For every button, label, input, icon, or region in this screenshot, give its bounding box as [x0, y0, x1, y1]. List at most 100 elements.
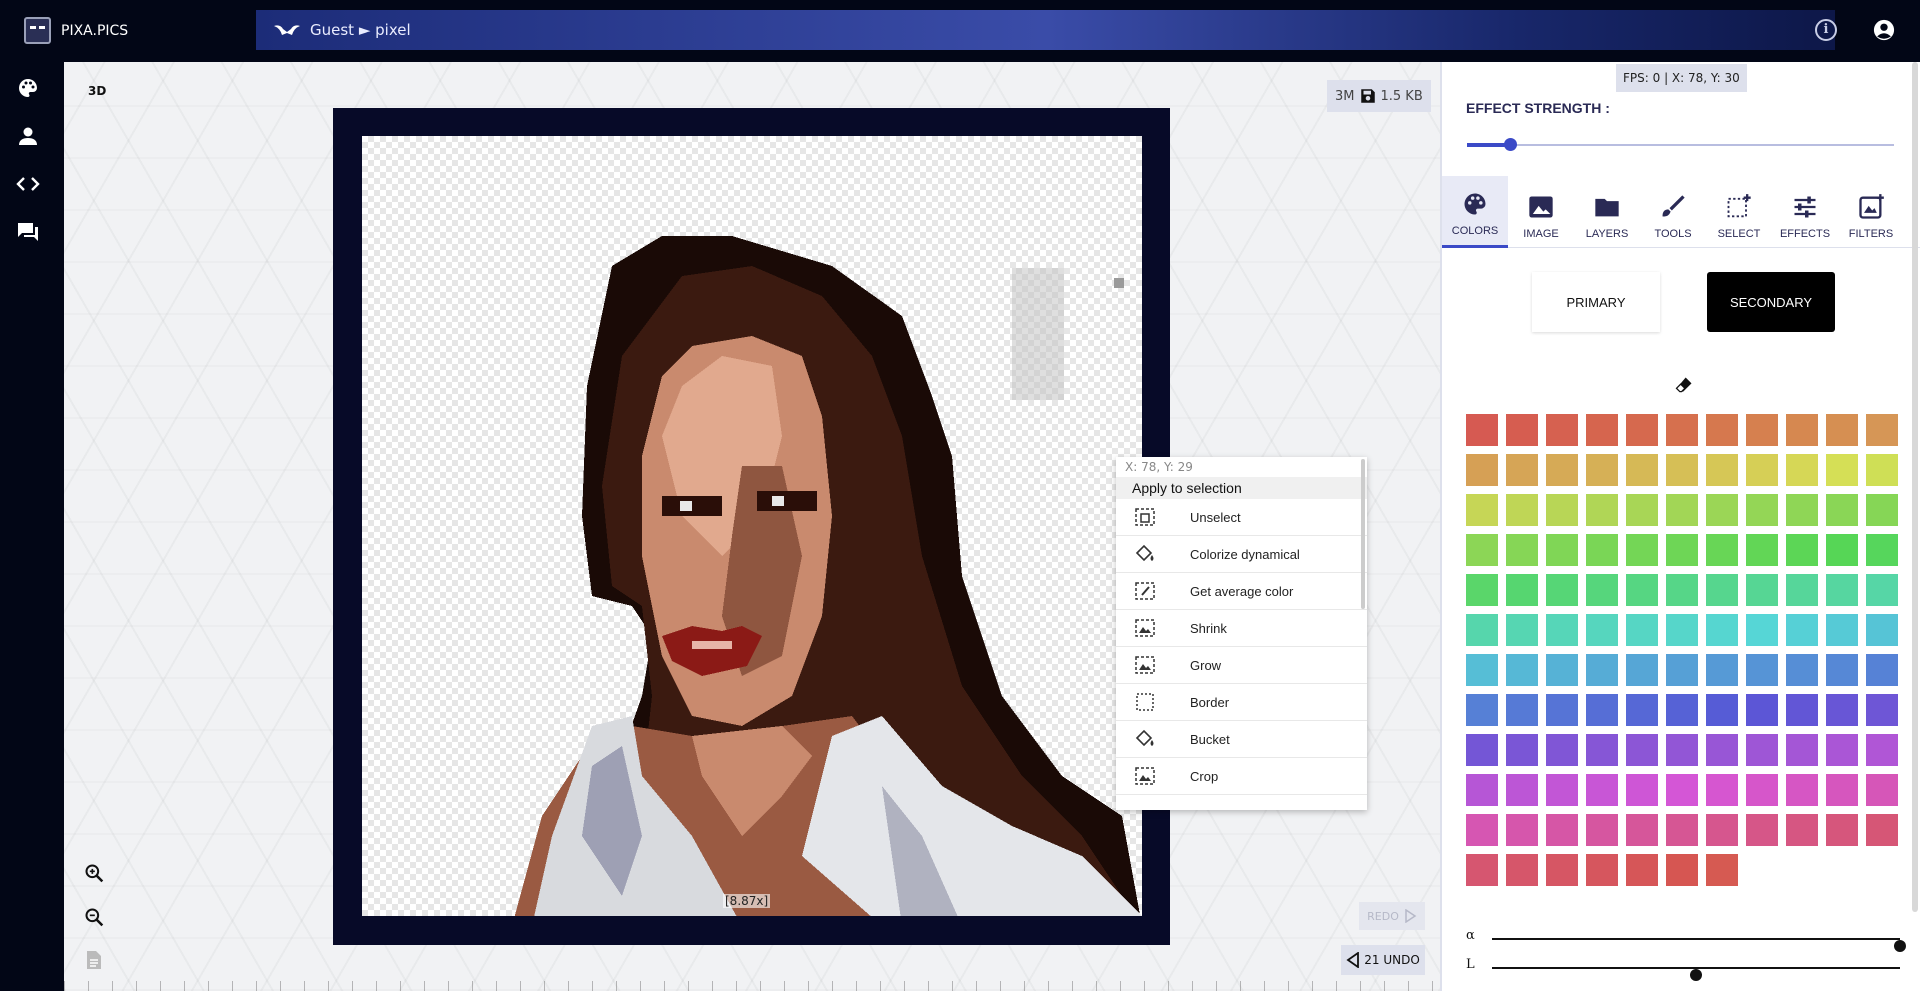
color-swatch[interactable] [1826, 574, 1858, 606]
color-swatch[interactable] [1866, 734, 1898, 766]
color-swatch[interactable] [1666, 774, 1698, 806]
color-swatch[interactable] [1506, 854, 1538, 886]
color-swatch[interactable] [1626, 734, 1658, 766]
color-swatch[interactable] [1586, 654, 1618, 686]
effect-strength-knob[interactable] [1503, 138, 1517, 151]
color-swatch[interactable] [1506, 454, 1538, 486]
color-swatch[interactable] [1746, 534, 1778, 566]
color-swatch[interactable] [1506, 774, 1538, 806]
palette-icon[interactable] [16, 76, 40, 100]
color-swatch[interactable] [1666, 574, 1698, 606]
redo-button[interactable]: REDO [1359, 902, 1425, 930]
color-swatch[interactable] [1546, 614, 1578, 646]
color-swatch[interactable] [1866, 654, 1898, 686]
color-swatch[interactable] [1826, 814, 1858, 846]
color-swatch[interactable] [1826, 694, 1858, 726]
color-swatch[interactable] [1866, 414, 1898, 446]
color-swatch[interactable] [1546, 774, 1578, 806]
color-swatch[interactable] [1826, 534, 1858, 566]
color-swatch[interactable] [1466, 454, 1498, 486]
color-swatch[interactable] [1706, 854, 1738, 886]
lightness-track[interactable] [1492, 967, 1900, 981]
color-swatch[interactable] [1466, 614, 1498, 646]
color-swatch[interactable] [1826, 654, 1858, 686]
color-swatch[interactable] [1666, 454, 1698, 486]
color-swatch[interactable] [1826, 494, 1858, 526]
color-swatch[interactable] [1506, 694, 1538, 726]
color-swatch[interactable] [1826, 614, 1858, 646]
color-swatch[interactable] [1626, 574, 1658, 606]
menu-item-border[interactable]: Border [1116, 684, 1367, 721]
color-swatch[interactable] [1866, 814, 1898, 846]
color-swatch[interactable] [1626, 694, 1658, 726]
color-swatch[interactable] [1546, 734, 1578, 766]
color-swatch[interactable] [1586, 454, 1618, 486]
document-icon[interactable] [86, 950, 102, 970]
color-swatch[interactable] [1746, 734, 1778, 766]
color-swatch[interactable] [1546, 454, 1578, 486]
color-swatch[interactable] [1746, 654, 1778, 686]
color-swatch[interactable] [1506, 734, 1538, 766]
info-icon[interactable]: i [1815, 19, 1837, 41]
color-swatch[interactable] [1466, 534, 1498, 566]
primary-color-button[interactable]: PRIMARY [1532, 272, 1660, 332]
color-swatch[interactable] [1506, 414, 1538, 446]
color-swatch[interactable] [1786, 414, 1818, 446]
color-swatch[interactable] [1586, 494, 1618, 526]
color-swatch[interactable] [1466, 694, 1498, 726]
color-swatch[interactable] [1746, 454, 1778, 486]
zoom-out-icon[interactable] [84, 907, 104, 927]
user-icon[interactable] [16, 124, 40, 148]
color-swatch[interactable] [1666, 734, 1698, 766]
color-swatch[interactable] [1666, 534, 1698, 566]
color-swatch[interactable] [1626, 494, 1658, 526]
tab-filters[interactable]: FILTERS [1838, 176, 1904, 248]
code-icon[interactable] [16, 172, 40, 196]
color-swatch[interactable] [1826, 734, 1858, 766]
menu-item-colorize-dynamical[interactable]: Colorize dynamical [1116, 536, 1367, 573]
color-swatch[interactable] [1786, 734, 1818, 766]
alpha-knob[interactable] [1894, 940, 1906, 952]
color-swatch[interactable] [1666, 614, 1698, 646]
color-swatch[interactable] [1466, 814, 1498, 846]
color-swatch[interactable] [1786, 814, 1818, 846]
color-swatch[interactable] [1866, 694, 1898, 726]
color-swatch[interactable] [1706, 694, 1738, 726]
color-swatch[interactable] [1506, 614, 1538, 646]
color-swatch[interactable] [1466, 734, 1498, 766]
color-swatch[interactable] [1626, 614, 1658, 646]
color-swatch[interactable] [1866, 494, 1898, 526]
3d-toggle-button[interactable]: 3D [88, 84, 106, 98]
color-swatch[interactable] [1586, 414, 1618, 446]
panel-scrollbar[interactable] [1912, 62, 1918, 912]
color-swatch[interactable] [1706, 414, 1738, 446]
context-menu-scrollbar[interactable] [1361, 459, 1365, 609]
color-swatch[interactable] [1666, 814, 1698, 846]
color-swatch[interactable] [1546, 534, 1578, 566]
color-swatch[interactable] [1586, 854, 1618, 886]
color-swatch[interactable] [1706, 814, 1738, 846]
color-swatch[interactable] [1546, 574, 1578, 606]
color-swatch[interactable] [1666, 654, 1698, 686]
color-swatch[interactable] [1826, 774, 1858, 806]
color-swatch[interactable] [1746, 414, 1778, 446]
color-swatch[interactable] [1706, 734, 1738, 766]
account-icon[interactable] [1873, 19, 1895, 41]
color-swatch[interactable] [1706, 534, 1738, 566]
menu-item-bucket[interactable]: Bucket [1116, 721, 1367, 758]
canvas-workspace[interactable]: 3D 3M 1.5 KB [8.87x] REDO 21 UNDO X: 78,… [64, 62, 1440, 991]
tab-image[interactable]: IMAGE [1508, 176, 1574, 248]
tab-layers[interactable]: LAYERS [1574, 176, 1640, 248]
eraser-icon[interactable] [1674, 375, 1694, 395]
lightness-slider[interactable]: L [1466, 957, 1900, 981]
tab-effects[interactable]: EFFECTS [1772, 176, 1838, 248]
menu-item-shrink[interactable]: Shrink [1116, 610, 1367, 647]
color-swatch[interactable] [1546, 854, 1578, 886]
color-swatch[interactable] [1786, 614, 1818, 646]
color-swatch[interactable] [1626, 814, 1658, 846]
color-swatch[interactable] [1826, 454, 1858, 486]
color-swatch[interactable] [1466, 654, 1498, 686]
tab-select[interactable]: SELECT [1706, 176, 1772, 248]
color-swatch[interactable] [1466, 494, 1498, 526]
lightness-knob[interactable] [1690, 969, 1702, 981]
